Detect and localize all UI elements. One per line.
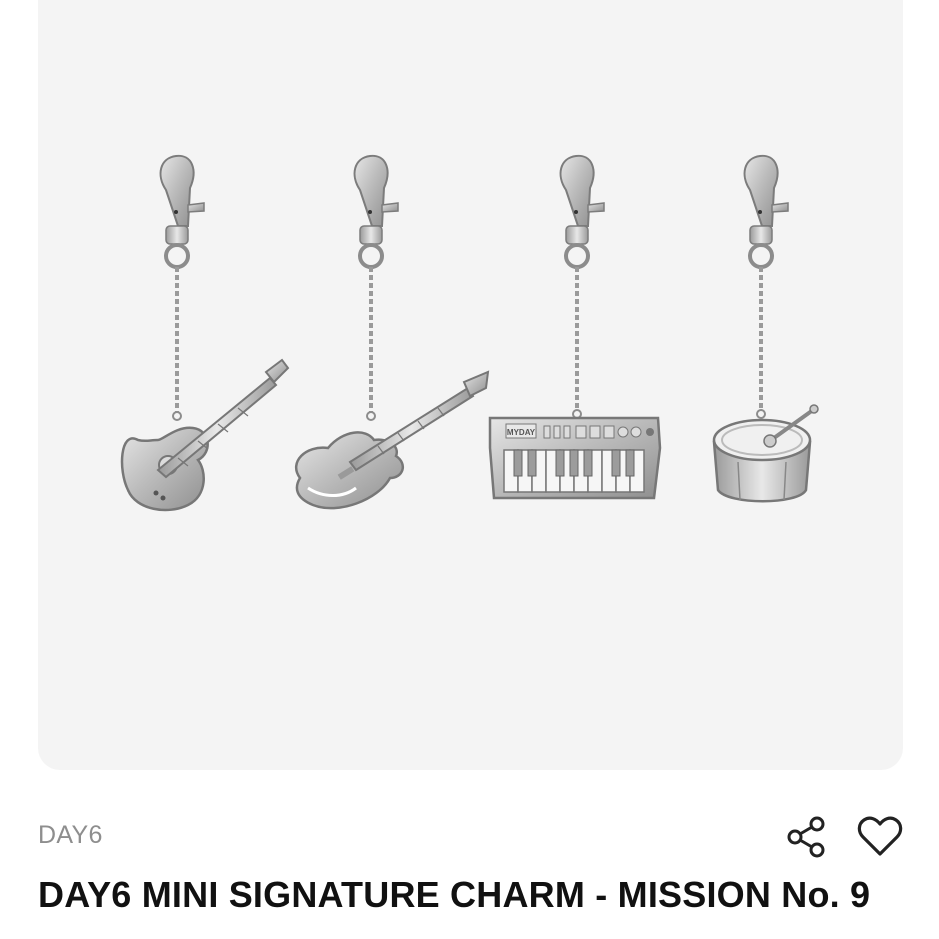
keyboard-logo-text: MYDAY: [507, 428, 536, 437]
drum-charm: [712, 154, 819, 503]
product-title: DAY6 MINI SIGNATURE CHARM - MISSION No. …: [38, 874, 871, 915]
keyboard-charm: MYDAY: [488, 154, 662, 500]
heart-icon: [857, 816, 903, 856]
acoustic-guitar-charm: [120, 154, 290, 512]
brand-label[interactable]: DAY6: [38, 821, 103, 850]
favorite-button[interactable]: [856, 813, 904, 861]
product-image[interactable]: MYDAY: [38, 0, 903, 770]
share-icon: [787, 816, 825, 858]
share-button[interactable]: [783, 813, 831, 861]
electric-guitar-charm: [294, 154, 490, 510]
product-detail-page: MYDAY DAY6 DAY6 MINI SIGNATURE CHARM - M…: [0, 0, 939, 939]
